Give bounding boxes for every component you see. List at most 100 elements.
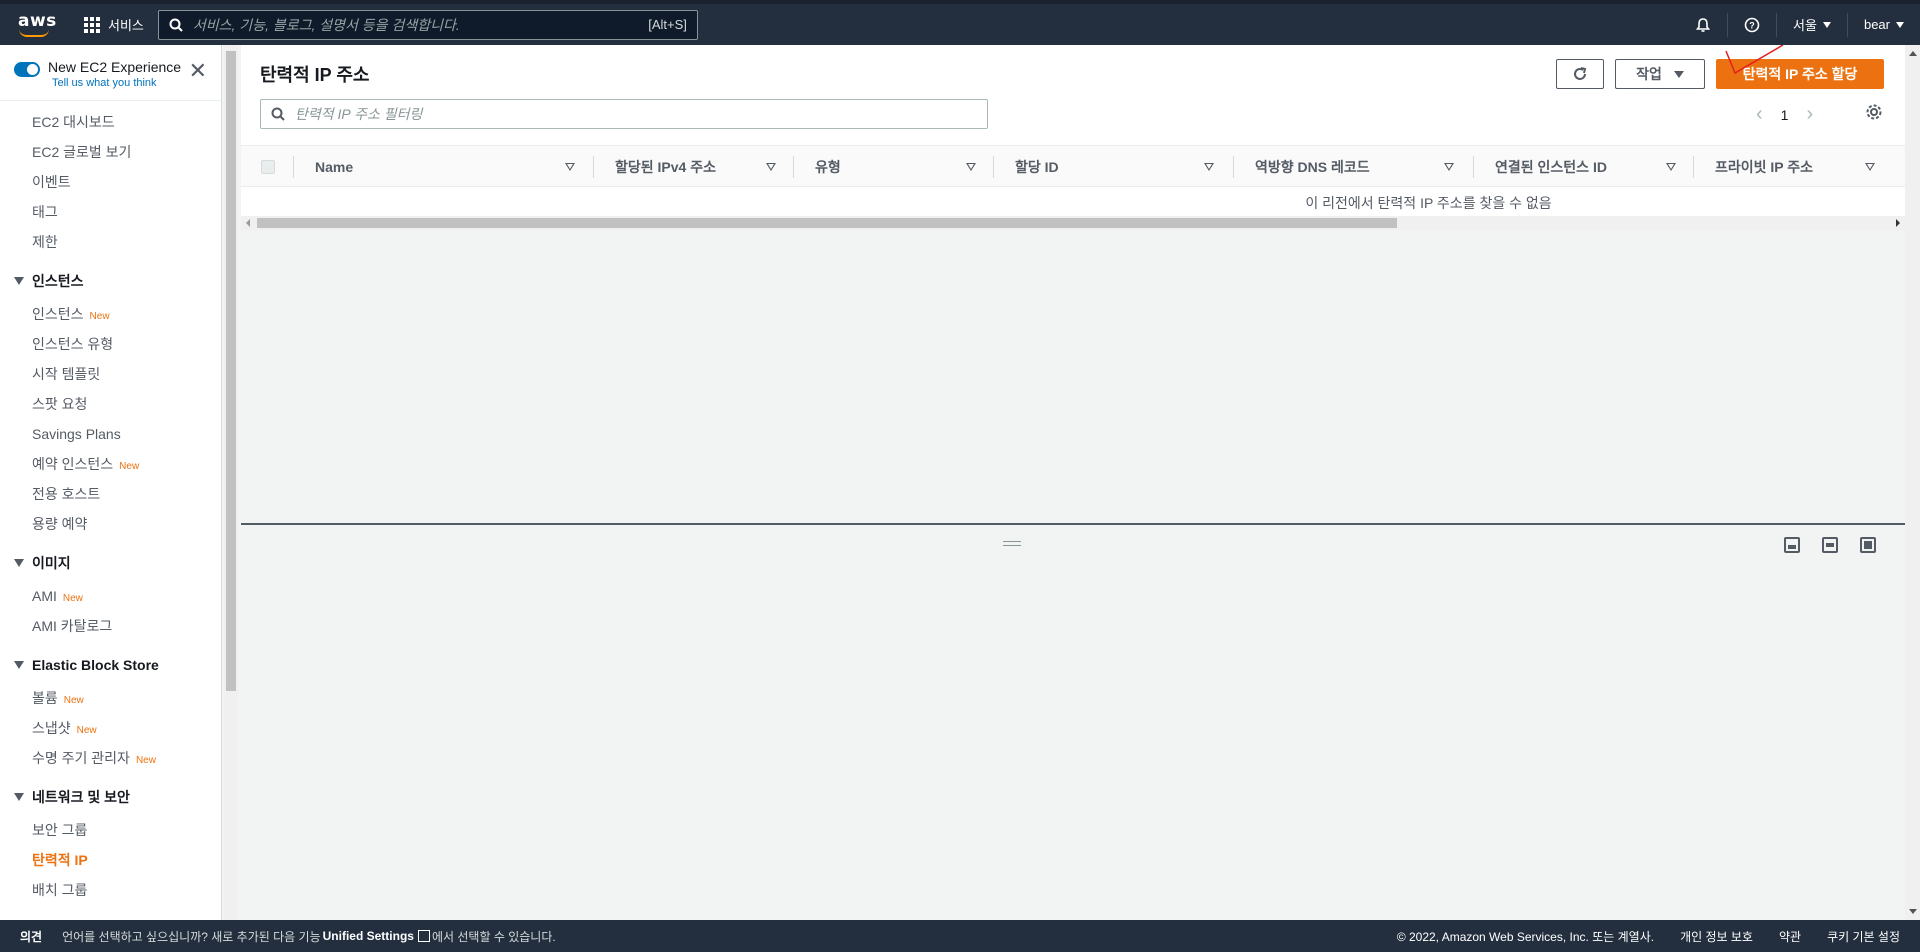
scrollbar-thumb[interactable] <box>257 218 1397 228</box>
sidebar-item-instance-types[interactable]: 인스턴스 유형 <box>0 329 221 359</box>
footer-links: © 2022, Amazon Web Services, Inc. 또는 계열사… <box>1397 928 1920 945</box>
sidebar-item-dedicated-hosts[interactable]: 전용 호스트 <box>0 479 221 509</box>
sidebar-item-elastic-ips[interactable]: 탄력적 IP <box>0 845 221 875</box>
item-label: 전용 호스트 <box>32 486 101 502</box>
sort-icon <box>1444 163 1454 171</box>
preferences-button[interactable] <box>1865 103 1883 126</box>
scrollbar-thumb[interactable] <box>226 51 236 691</box>
sidebar-item-ec2-dashboard[interactable]: EC2 대시보드 <box>0 107 221 137</box>
region-selector[interactable]: 서울 <box>1776 12 1847 37</box>
sidebar-item-tags[interactable]: 태그 <box>0 197 221 227</box>
item-label: 배치 그룹 <box>32 882 88 898</box>
resize-handle-icon[interactable] <box>1003 541 1021 546</box>
sidebar-item-ec2-global-view[interactable]: EC2 글로벌 보기 <box>0 137 221 167</box>
gear-icon <box>1866 104 1882 120</box>
actions-dropdown[interactable]: 작업 <box>1615 59 1705 89</box>
sidebar-item-capacity-reservations[interactable]: 용량 예약 <box>0 509 221 539</box>
layout-full-icon[interactable] <box>1860 537 1876 553</box>
sidebar-item-placement-groups[interactable]: 배치 그룹 <box>0 875 221 905</box>
elastic-ip-table-card: 탄력적 IP 주소 작업 탄력적 IP 주소 할당 탄력적 IP 주소 필터링 … <box>241 45 1905 230</box>
column-header-instance-id[interactable]: 연결된 인스턴스 ID <box>1495 146 1715 188</box>
chevron-right-icon[interactable]: › <box>1806 103 1813 126</box>
sidebar-item-snapshots[interactable]: 스냅샷 New <box>0 713 221 743</box>
refresh-button[interactable] <box>1556 59 1604 89</box>
layout-middle-icon[interactable] <box>1822 537 1838 553</box>
item-label: 볼륨 <box>32 690 58 706</box>
global-search-input[interactable]: 서비스, 기능, 블로그, 설명서 등을 검색합니다. [Alt+S] <box>157 9 698 40</box>
column-header-ipv4[interactable]: 할당된 IPv4 주소 <box>615 146 815 188</box>
sidebar-item-limits[interactable]: 제한 <box>0 227 221 257</box>
panel-layout-toggles <box>1784 537 1876 553</box>
sidebar-item-launch-templates[interactable]: 시작 템플릿 <box>0 359 221 389</box>
item-label: AMI 카탈로그 <box>32 618 113 634</box>
column-header-allocation-id[interactable]: 할당 ID <box>1015 146 1235 188</box>
bell-icon <box>1695 17 1711 32</box>
new-badge: New <box>76 725 97 736</box>
sidebar-item-ami[interactable]: AMI New <box>0 581 221 611</box>
search-icon <box>271 107 285 121</box>
column-header-reverse-dns[interactable]: 역방향 DNS 레코드 <box>1255 146 1475 188</box>
main-content: 탄력적 IP 주소 작업 탄력적 IP 주소 할당 탄력적 IP 주소 필터링 … <box>241 45 1905 920</box>
new-badge: New <box>135 755 156 766</box>
sidebar-item-lifecycle-manager[interactable]: 수명 주기 관리자 New <box>0 743 221 773</box>
sort-icon <box>1865 163 1875 171</box>
unified-settings-link[interactable]: Unified Settings <box>323 929 414 943</box>
external-link-icon <box>417 930 430 942</box>
grid-icon <box>84 16 100 33</box>
aws-logo-text: aws <box>18 10 57 31</box>
sidebar-item-spot-requests[interactable]: 스팟 요청 <box>0 389 221 419</box>
sidebar-scrollbar[interactable] <box>224 45 238 920</box>
footer: 의견 언어를 선택하고 싶으십니까? 새로 추가된 다음 기능 Unified … <box>0 920 1920 952</box>
scroll-left-arrow[interactable] <box>246 219 250 227</box>
svg-text:?: ? <box>1749 20 1755 30</box>
sidebar-item-instances[interactable]: 인스턴스 New <box>0 299 221 329</box>
sidebar-item-ami-catalog[interactable]: AMI 카탈로그 <box>0 611 221 641</box>
help-button[interactable]: ? <box>1727 12 1776 37</box>
sidebar-section-network-security[interactable]: 네트워크 및 보안 <box>0 773 221 815</box>
item-label: Savings Plans <box>32 426 121 442</box>
user-label: bear <box>1863 17 1890 32</box>
notifications-button[interactable] <box>1679 13 1727 37</box>
main-vertical-scrollbar[interactable] <box>1905 45 1920 920</box>
item-label: AMI <box>32 588 57 604</box>
feedback-link[interactable]: Tell us what you think <box>52 77 181 89</box>
select-all-checkbox[interactable] <box>261 160 275 174</box>
sidebar-item-reserved-instances[interactable]: 예약 인스턴스 New <box>0 449 221 479</box>
item-label: 시작 템플릿 <box>32 366 101 382</box>
layout-bottom-icon[interactable] <box>1784 537 1800 553</box>
close-icon[interactable]: ✕ <box>189 60 207 82</box>
new-experience-toggle[interactable] <box>14 62 40 77</box>
privacy-link[interactable]: 개인 정보 보호 <box>1680 928 1753 945</box>
sidebar-section-images[interactable]: 이미지 <box>0 539 221 581</box>
sort-icon <box>1666 163 1676 171</box>
elastic-ip-filter-input[interactable]: 탄력적 IP 주소 필터링 <box>260 99 988 129</box>
sort-icon <box>565 163 575 171</box>
account-menu[interactable]: bear <box>1846 12 1920 37</box>
cookie-preferences-link[interactable]: 쿠키 기본 설정 <box>1827 928 1900 945</box>
table-horizontal-scrollbar[interactable] <box>241 216 1905 230</box>
sidebar-section-instances[interactable]: 인스턴스 <box>0 257 221 299</box>
column-header-name[interactable]: Name <box>315 146 587 188</box>
column-header-type[interactable]: 유형 <box>815 146 1015 188</box>
services-menu-button[interactable]: 서비스 <box>84 2 144 47</box>
item-label: 인스턴스 유형 <box>32 336 114 352</box>
aws-logo[interactable]: aws <box>12 5 72 45</box>
item-label: 탄력적 IP <box>32 852 88 868</box>
sidebar-item-savings-plans[interactable]: Savings Plans <box>0 419 221 449</box>
chevron-left-icon[interactable]: ‹ <box>1756 103 1763 126</box>
sidebar-item-events[interactable]: 이벤트 <box>0 167 221 197</box>
scroll-right-arrow[interactable] <box>1896 219 1900 227</box>
column-label: 할당 ID <box>1015 159 1059 175</box>
top-panel: 탄력적 IP 주소 작업 탄력적 IP 주소 할당 탄력적 IP 주소 필터링 … <box>241 45 1905 525</box>
column-label: Name <box>315 159 354 175</box>
scroll-up-arrow[interactable] <box>1909 51 1917 56</box>
caret-down-icon <box>1673 70 1684 78</box>
sidebar-section-ebs[interactable]: Elastic Block Store <box>0 641 221 683</box>
terms-link[interactable]: 약관 <box>1779 928 1801 945</box>
top-navigation: aws 서비스 서비스, 기능, 블로그, 설명서 등을 검색합니다. [Alt… <box>0 0 1920 45</box>
feedback-button[interactable]: 의견 <box>0 928 62 945</box>
column-label: 유형 <box>815 159 841 175</box>
column-header-private-ip[interactable]: 프라이빗 IP 주소 <box>1715 146 1895 188</box>
scroll-down-arrow[interactable] <box>1909 909 1917 914</box>
page-number[interactable]: 1 <box>1781 107 1789 123</box>
